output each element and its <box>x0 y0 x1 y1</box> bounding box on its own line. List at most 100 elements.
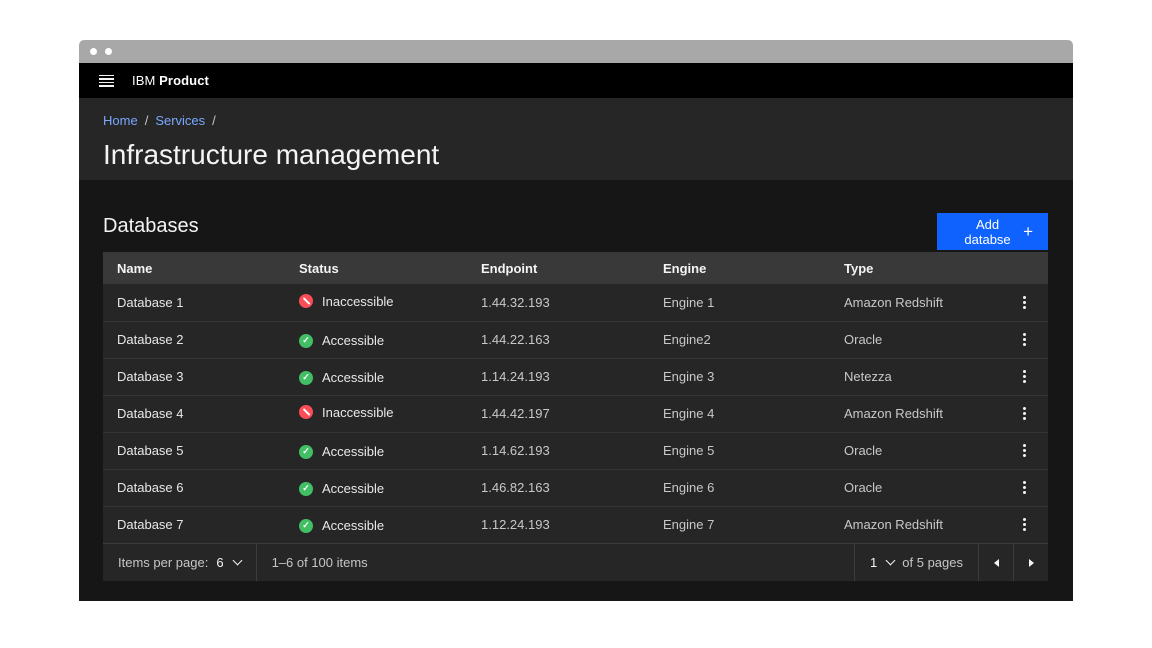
cell-menu <box>1000 469 1048 506</box>
window-dot-2[interactable] <box>105 48 112 55</box>
cell-type: Amazon Redshift <box>830 284 1000 321</box>
cell-endpoint: 1.12.24.193 <box>467 506 649 543</box>
page-background: IBM Product Home / Services / Infrastruc… <box>0 0 1152 648</box>
cell-endpoint: 1.14.24.193 <box>467 358 649 395</box>
cell-type: Oracle <box>830 469 1000 506</box>
plus-icon: + <box>1023 223 1033 240</box>
column-header-name: Name <box>103 252 285 284</box>
cell-status: Accessible <box>285 432 467 469</box>
cell-engine: Engine 3 <box>649 358 830 395</box>
chevron-down-icon <box>232 556 242 566</box>
cell-engine: Engine 4 <box>649 395 830 432</box>
page-number-select[interactable]: 1 <box>870 555 894 570</box>
breadcrumb-separator: / <box>145 113 149 128</box>
cell-type: Amazon Redshift <box>830 506 1000 543</box>
cell-engine: Engine 5 <box>649 432 830 469</box>
brand: IBM Product <box>132 73 209 88</box>
row-overflow-menu-button[interactable] <box>1008 361 1040 393</box>
status-label: Accessible <box>322 481 384 496</box>
page-number-value: 1 <box>870 555 877 570</box>
window-dot-1[interactable] <box>90 48 97 55</box>
items-per-page-select[interactable]: 6 <box>216 555 240 570</box>
status-label: Accessible <box>322 518 384 533</box>
table-body: Database 1 Inaccessible 1.44.32.193 Engi… <box>103 284 1048 543</box>
page-select-segment: 1 of 5 pages <box>854 544 978 581</box>
cell-menu <box>1000 432 1048 469</box>
cell-engine: Engine2 <box>649 321 830 358</box>
status-icon <box>299 445 313 459</box>
column-header-endpoint: Endpoint <box>467 252 649 284</box>
brand-prefix: IBM <box>132 73 155 88</box>
cell-type: Amazon Redshift <box>830 395 1000 432</box>
breadcrumb-link-home[interactable]: Home <box>103 113 138 128</box>
items-per-page-label: Items per page: <box>118 555 208 570</box>
table-row: Database 2 Accessible 1.44.22.163 Engine… <box>103 321 1048 358</box>
cell-name: Database 3 <box>103 358 285 395</box>
cell-name: Database 2 <box>103 321 285 358</box>
overflow-menu-icon <box>1023 338 1026 341</box>
overflow-menu-icon <box>1023 449 1026 452</box>
hamburger-menu-icon <box>99 75 114 87</box>
row-overflow-menu-button[interactable] <box>1008 472 1040 504</box>
brand-name: Product <box>159 73 209 88</box>
hamburger-menu-button[interactable] <box>95 71 118 91</box>
chevron-down-icon <box>886 556 896 566</box>
row-overflow-menu-button[interactable] <box>1008 324 1040 356</box>
cell-status: Accessible <box>285 321 467 358</box>
row-overflow-menu-button[interactable] <box>1008 286 1040 318</box>
overflow-menu-icon <box>1023 412 1026 415</box>
status-label: Inaccessible <box>322 294 394 309</box>
cell-name: Database 4 <box>103 395 285 432</box>
overflow-menu-icon <box>1023 375 1026 378</box>
status-label: Accessible <box>322 333 384 348</box>
cell-type: Netezza <box>830 358 1000 395</box>
status-icon <box>299 294 313 308</box>
column-header-menu <box>1000 252 1048 284</box>
overflow-menu-icon <box>1023 523 1026 526</box>
cell-name: Database 5 <box>103 432 285 469</box>
add-database-button-label: Add databse <box>952 217 1023 247</box>
status-icon <box>299 334 313 348</box>
table-row: Database 5 Accessible 1.14.62.193 Engine… <box>103 432 1048 469</box>
row-overflow-menu-button[interactable] <box>1008 398 1040 430</box>
cell-menu <box>1000 321 1048 358</box>
cell-status: Inaccessible <box>285 395 467 432</box>
cell-endpoint: 1.44.42.197 <box>467 395 649 432</box>
column-header-engine: Engine <box>649 252 830 284</box>
cell-endpoint: 1.44.22.163 <box>467 321 649 358</box>
table-row: Database 3 Accessible 1.14.24.193 Engine… <box>103 358 1048 395</box>
column-header-type: Type <box>830 252 1000 284</box>
cell-status: Accessible <box>285 358 467 395</box>
cell-status: Accessible <box>285 506 467 543</box>
section-title: Databases <box>103 213 199 238</box>
cell-endpoint: 1.46.82.163 <box>467 469 649 506</box>
table-row: Database 6 Accessible 1.46.82.163 Engine… <box>103 469 1048 506</box>
cell-menu <box>1000 284 1048 321</box>
status-icon <box>299 519 313 533</box>
cell-status: Inaccessible <box>285 284 467 321</box>
row-overflow-menu-button[interactable] <box>1008 509 1040 541</box>
table-row: Database 7 Accessible 1.12.24.193 Engine… <box>103 506 1048 543</box>
breadcrumb-link-services[interactable]: Services <box>155 113 205 128</box>
status-icon <box>299 405 313 419</box>
add-database-button[interactable]: Add databse + <box>937 213 1048 250</box>
cell-endpoint: 1.44.32.193 <box>467 284 649 321</box>
cell-engine: Engine 7 <box>649 506 830 543</box>
row-overflow-menu-button[interactable] <box>1008 435 1040 467</box>
main-content: Databases Add databse + Name Status Endp… <box>79 180 1073 601</box>
items-per-page-value: 6 <box>216 555 223 570</box>
table-row: Database 4 Inaccessible 1.44.42.197 Engi… <box>103 395 1048 432</box>
cell-engine: Engine 6 <box>649 469 830 506</box>
items-per-page: Items per page: 6 <box>103 544 256 581</box>
breadcrumb: Home / Services / <box>103 113 1049 128</box>
status-label: Inaccessible <box>322 405 394 420</box>
next-page-button[interactable] <box>1013 544 1048 581</box>
cell-endpoint: 1.14.62.193 <box>467 432 649 469</box>
cell-menu <box>1000 358 1048 395</box>
page-title: Infrastructure management <box>103 139 1049 171</box>
cell-engine: Engine 1 <box>649 284 830 321</box>
previous-page-button[interactable] <box>978 544 1013 581</box>
cell-type: Oracle <box>830 321 1000 358</box>
status-label: Accessible <box>322 444 384 459</box>
cell-name: Database 1 <box>103 284 285 321</box>
